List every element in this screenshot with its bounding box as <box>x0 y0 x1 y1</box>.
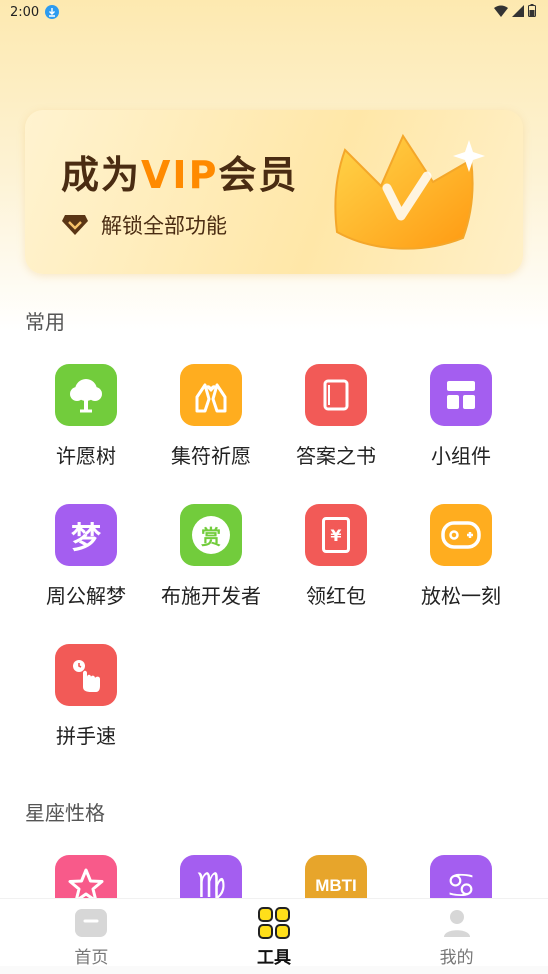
tool-wish-tree[interactable]: 许愿树 <box>24 364 148 484</box>
tool-answer-book[interactable]: 答案之书 <box>274 364 398 484</box>
gesture-bar-area <box>0 966 548 974</box>
profile-icon <box>443 910 470 937</box>
tool-label: 答案之书 <box>296 444 376 468</box>
battery-icon <box>528 4 536 17</box>
status-bar: 2:00 <box>0 0 548 24</box>
finger-tap-icon <box>55 644 117 706</box>
vip-subtitle: 解锁全部功能 <box>101 214 227 238</box>
tool-support-developer[interactable]: 赏 布施开发者 <box>149 504 273 624</box>
tool-label: 领红包 <box>306 584 366 608</box>
tool-dream-interpretation[interactable]: 梦 周公解梦 <box>24 504 148 624</box>
vip-title: 成为VIP会员 <box>61 144 298 199</box>
praying-hands-icon <box>180 364 242 426</box>
tab-profile[interactable]: 我的 <box>365 899 548 974</box>
vip-title-suffix: 会员 <box>218 153 299 197</box>
tool-label: 布施开发者 <box>161 584 261 608</box>
vip-subtitle-row: 解锁全部功能 <box>61 210 227 240</box>
tool-label: 集符祈愿 <box>171 444 251 468</box>
vip-banner[interactable]: 成为VIP会员 解锁全部功能 <box>25 110 523 274</box>
tab-label: 我的 <box>439 948 474 968</box>
home-icon <box>75 909 108 937</box>
red-packet-glyph: ¥ <box>322 517 350 553</box>
tool-hand-speed[interactable]: 拼手速 <box>24 644 148 764</box>
section-title-common: 常用 <box>25 310 65 334</box>
tool-red-packet[interactable]: ¥ 领红包 <box>274 504 398 624</box>
status-time: 2:00 <box>10 4 40 20</box>
tab-label: 首页 <box>74 948 109 968</box>
tool-label: 放松一刻 <box>421 584 501 608</box>
tab-label: 工具 <box>257 948 291 968</box>
vip-title-vip: VIP <box>141 153 219 197</box>
tab-home[interactable]: 首页 <box>0 899 183 974</box>
wifi-icon <box>494 5 508 17</box>
tool-label: 许愿树 <box>56 444 116 468</box>
tool-widgets[interactable]: 小组件 <box>399 364 523 484</box>
reward-icon: 赏 <box>180 504 242 566</box>
tool-label: 拼手速 <box>56 724 116 748</box>
diamond-icon <box>62 215 88 235</box>
bottom-tab-bar: 首页 工具 我的 <box>0 898 548 974</box>
tool-label: 小组件 <box>431 444 491 468</box>
tool-collect-charms[interactable]: 集符祈愿 <box>149 364 273 484</box>
reward-glyph: 赏 <box>192 516 230 554</box>
tool-relax-moment[interactable]: 放松一刻 <box>399 504 523 624</box>
book-icon <box>305 364 367 426</box>
red-packet-icon: ¥ <box>305 504 367 566</box>
tree-icon <box>55 364 117 426</box>
dream-icon: 梦 <box>55 504 117 566</box>
crown-icon <box>334 133 485 250</box>
widget-grid-icon <box>430 364 492 426</box>
download-icon <box>45 5 60 19</box>
tab-tools[interactable]: 工具 <box>183 899 366 974</box>
tool-label: 周公解梦 <box>46 584 126 608</box>
section-title-zodiac: 星座性格 <box>25 801 105 825</box>
gamepad-icon <box>430 504 492 566</box>
tools-icon <box>258 907 290 939</box>
vip-title-prefix: 成为 <box>61 153 142 197</box>
signal-icon <box>512 4 524 17</box>
